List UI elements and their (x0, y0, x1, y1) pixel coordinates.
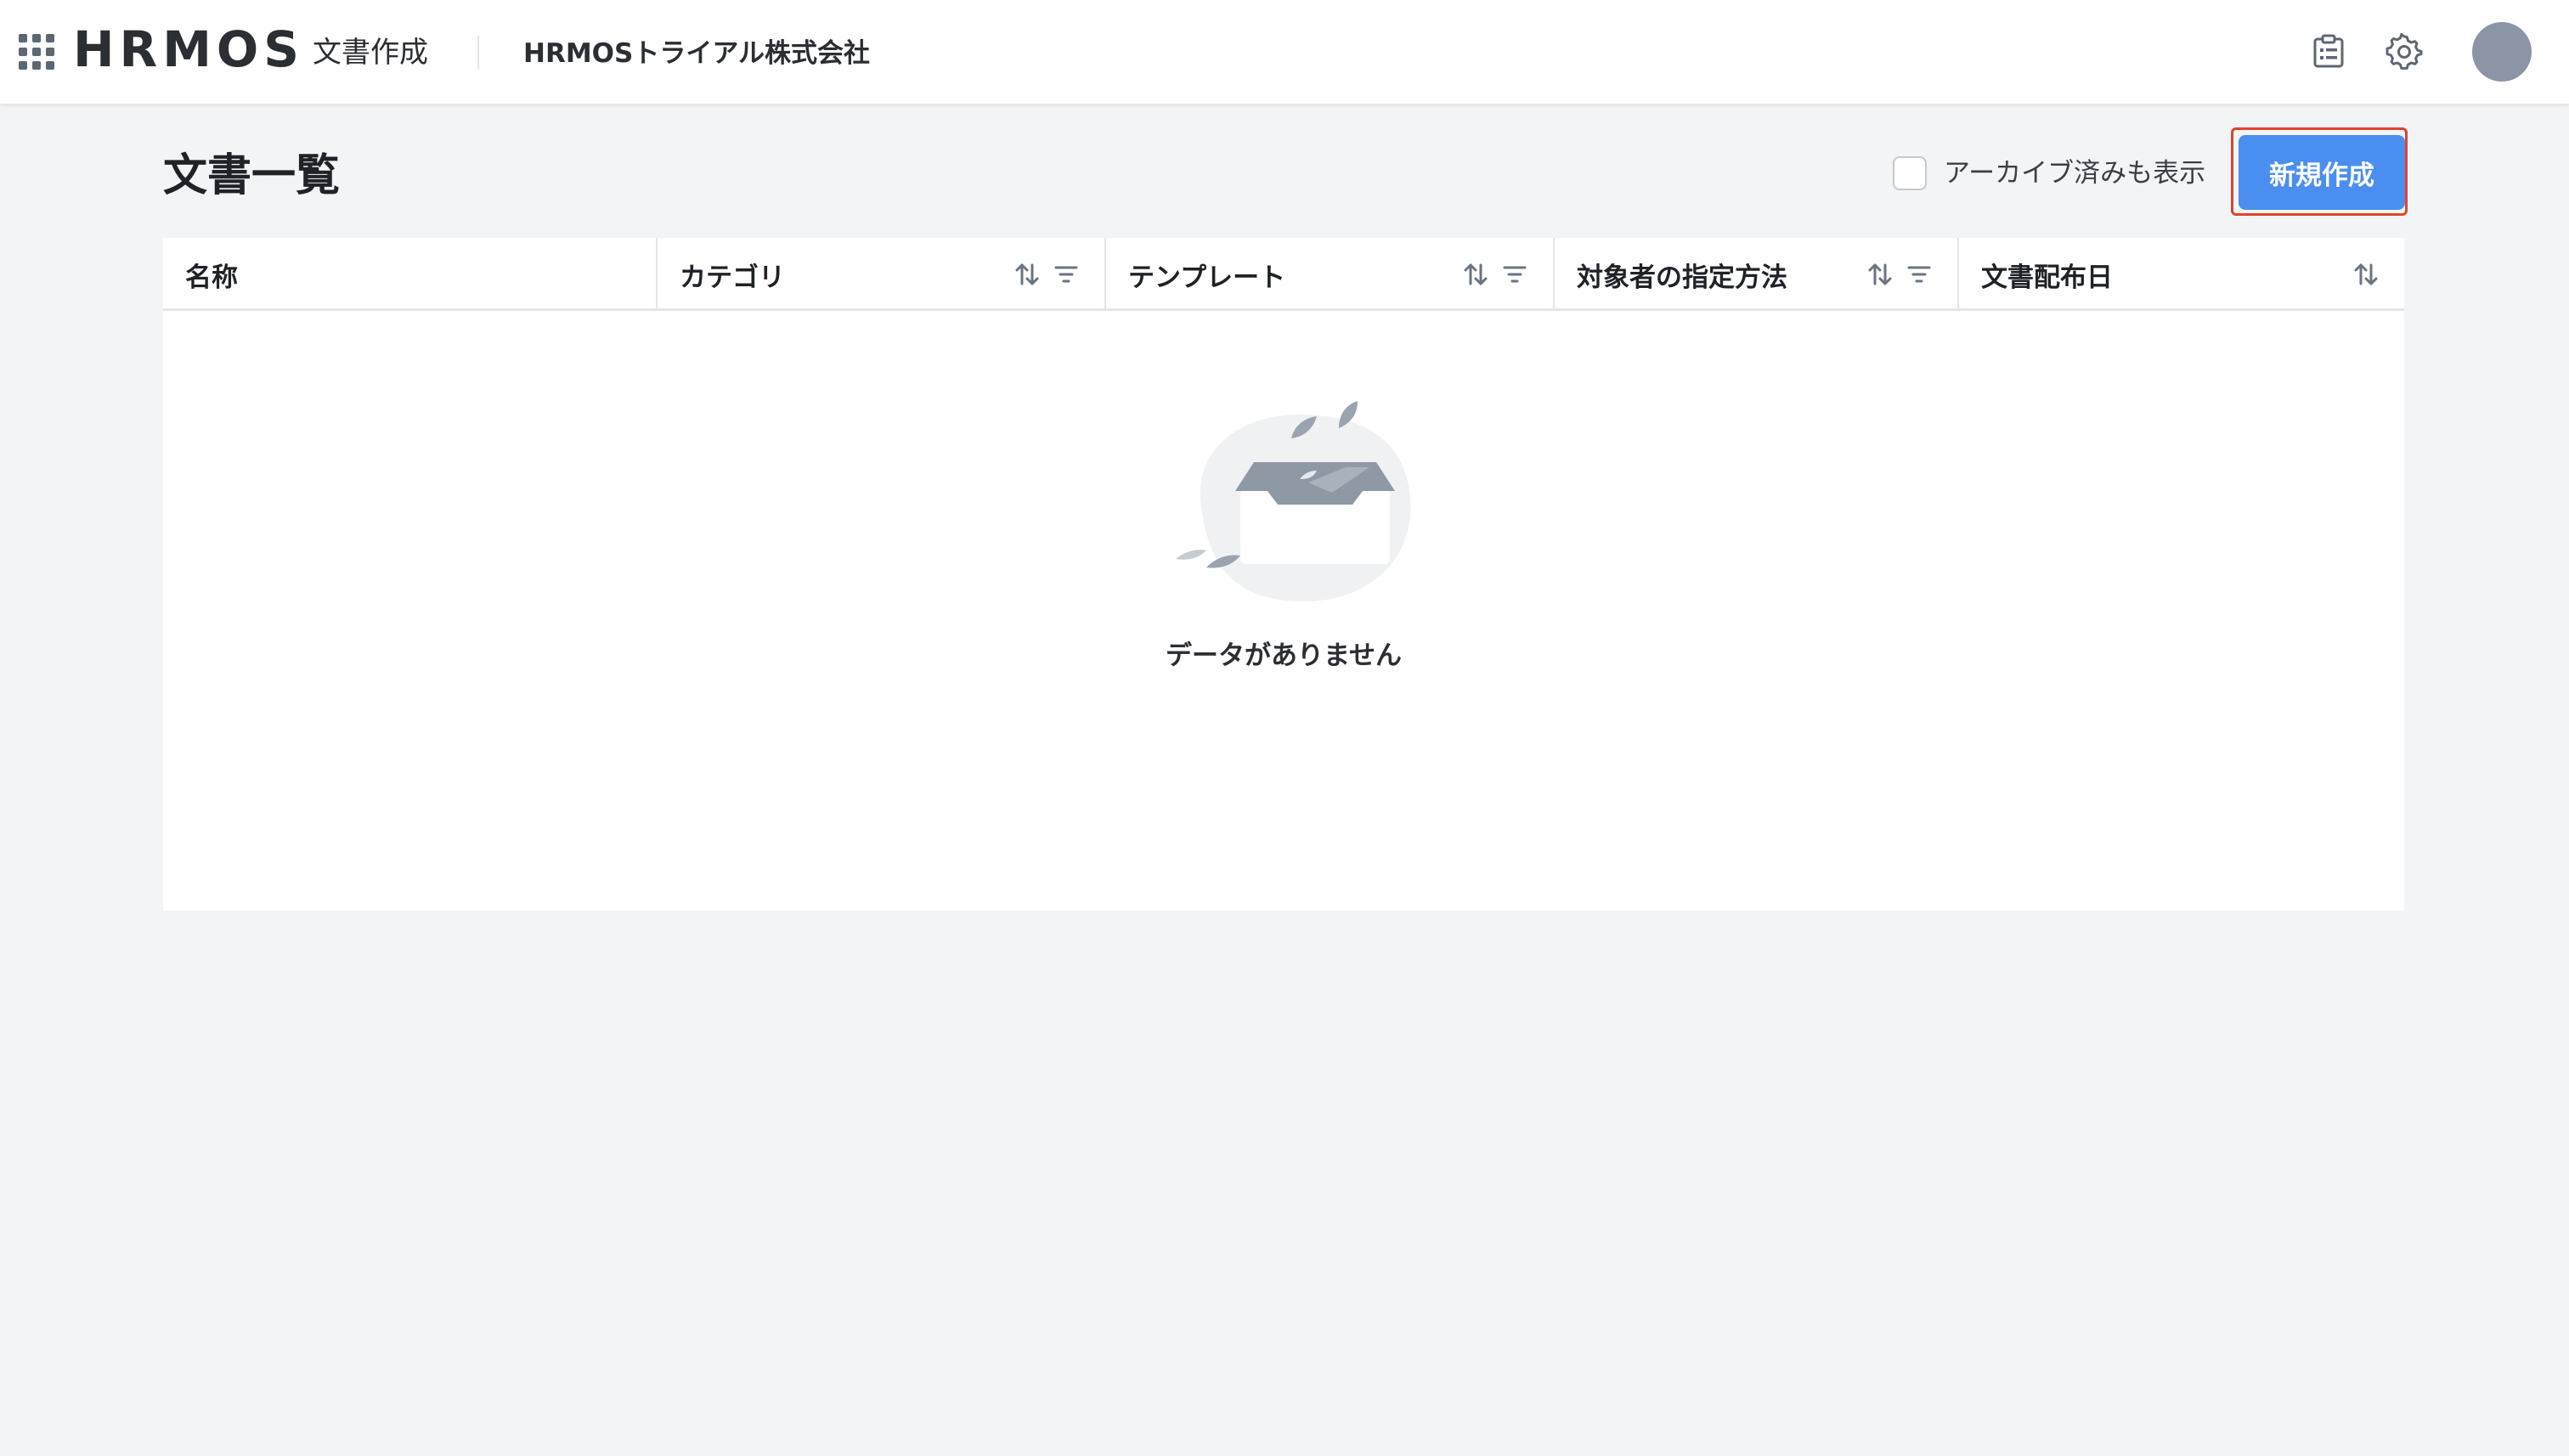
company-name: HRMOSトライアル株式会社 (523, 38, 871, 69)
column-label-template: テンプレート (1128, 262, 1286, 293)
create-new-button[interactable]: 新規作成 (2239, 135, 2405, 210)
app-header: HRMOS 文書作成 HRMOSトライアル株式会社 (0, 0, 2569, 104)
column-label-category: カテゴリ (680, 262, 785, 293)
column-label-distribution-date: 文書配布日 (1981, 262, 2113, 293)
column-label-name: 名称 (185, 262, 238, 293)
column-header-template: テンプレート (1104, 238, 1553, 311)
archive-toggle-label: アーカイブ済みも表示 (1944, 158, 2206, 189)
table-header: 名称 カテゴリ テンプレート 対象者の指定方法 文書配布日 (163, 238, 2404, 311)
app-grid-icon[interactable] (19, 34, 54, 70)
sort-icon[interactable] (1013, 260, 1042, 289)
sort-icon[interactable] (1866, 260, 1894, 289)
header-divider (477, 36, 479, 70)
column-header-target-method: 対象者の指定方法 (1553, 238, 1957, 311)
document-table: 名称 カテゴリ テンプレート 対象者の指定方法 文書配布日 データがありません (163, 238, 2404, 911)
avatar[interactable] (2472, 22, 2532, 82)
product-name: 文書作成 (313, 36, 428, 70)
clipboard-list-icon[interactable] (2309, 32, 2348, 71)
hrmos-logo[interactable]: HRMOS (73, 24, 304, 75)
empty-box-icon (1176, 401, 1411, 601)
column-header-name: 名称 (163, 238, 656, 311)
filter-icon[interactable] (1905, 260, 1934, 289)
filter-icon[interactable] (1500, 260, 1529, 289)
filter-icon[interactable] (1052, 260, 1081, 289)
archive-checkbox[interactable] (1893, 156, 1927, 190)
page-title: 文書一覧 (163, 150, 341, 201)
empty-message: データがありません (1165, 641, 1403, 671)
archive-toggle[interactable]: アーカイブ済みも表示 (1893, 153, 2205, 194)
gear-icon[interactable] (2385, 32, 2424, 71)
empty-state: データがありません (163, 311, 2404, 911)
column-header-distribution-date: 文書配布日 (1957, 238, 2404, 311)
column-label-target-method: 対象者の指定方法 (1577, 262, 1787, 293)
column-header-category: カテゴリ (656, 238, 1104, 311)
sort-icon[interactable] (1461, 260, 1490, 289)
sort-icon[interactable] (2352, 260, 2380, 289)
